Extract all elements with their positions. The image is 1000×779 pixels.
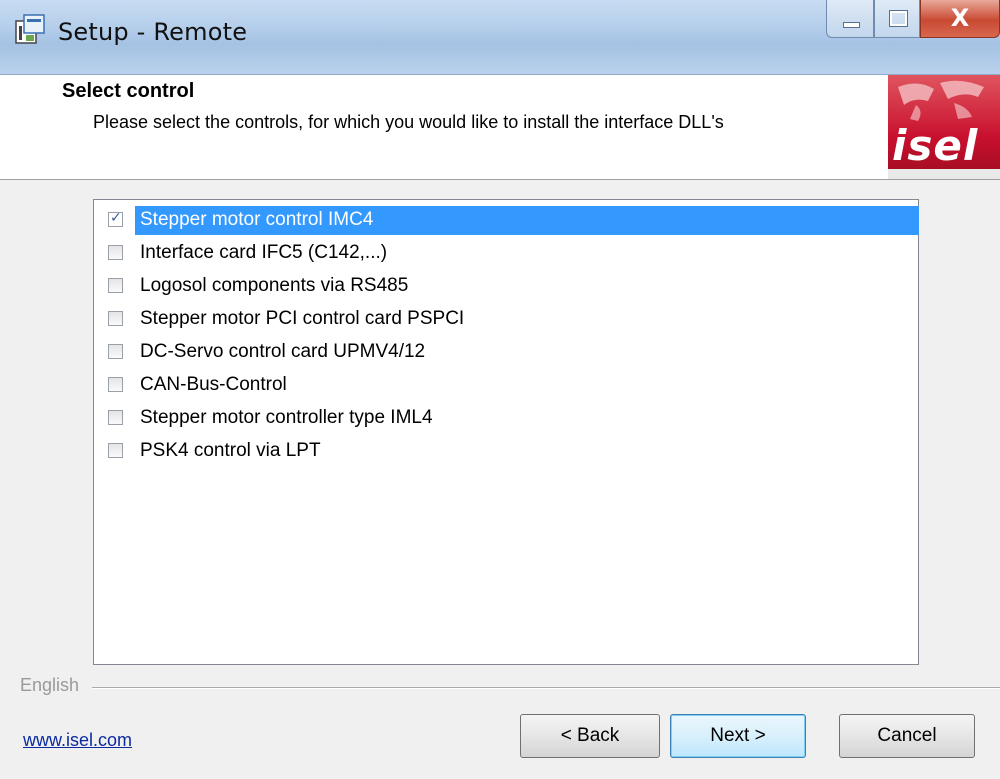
list-item-label: Stepper motor PCI control card PSPCI bbox=[140, 308, 465, 329]
list-item-label: PSK4 control via LPT bbox=[140, 440, 321, 461]
list-item[interactable]: DC-Servo control card UPMV4/12 bbox=[103, 338, 917, 367]
list-item[interactable]: Stepper motor control IMC4 bbox=[103, 206, 919, 235]
language-label: English bbox=[20, 675, 86, 696]
isel-logo: isel bbox=[888, 75, 1000, 179]
list-item-label: Stepper motor controller type IML4 bbox=[140, 407, 433, 428]
list-item-label: Stepper motor control IMC4 bbox=[140, 209, 374, 230]
checkbox[interactable] bbox=[108, 278, 123, 293]
checkbox[interactable] bbox=[108, 210, 123, 227]
checkbox[interactable] bbox=[108, 344, 123, 359]
cancel-button[interactable]: Cancel bbox=[839, 714, 975, 758]
logo-text: isel bbox=[892, 121, 979, 170]
list-item[interactable]: Stepper motor controller type IML4 bbox=[103, 404, 917, 433]
maximize-button[interactable] bbox=[874, 0, 920, 38]
checkbox[interactable] bbox=[108, 245, 123, 260]
website-link[interactable]: www.isel.com bbox=[23, 730, 132, 751]
close-button[interactable]: X bbox=[920, 0, 1000, 38]
list-item[interactable]: Interface card IFC5 (C142,...) bbox=[103, 239, 917, 268]
checkbox[interactable] bbox=[108, 311, 123, 326]
title-bar: Setup - Remote X bbox=[0, 0, 1000, 75]
next-button[interactable]: Next > bbox=[670, 714, 806, 758]
list-item-label: Interface card IFC5 (C142,...) bbox=[140, 242, 388, 263]
checkbox[interactable] bbox=[108, 443, 123, 458]
language-divider bbox=[92, 687, 1000, 689]
list-item-label: Logosol components via RS485 bbox=[140, 275, 409, 296]
close-icon: X bbox=[950, 4, 970, 32]
list-item[interactable]: Stepper motor PCI control card PSPCI bbox=[103, 305, 917, 334]
list-item[interactable]: CAN-Bus-Control bbox=[103, 371, 917, 400]
checkbox[interactable] bbox=[108, 410, 123, 425]
back-button[interactable]: < Back bbox=[520, 714, 660, 758]
minimize-button[interactable] bbox=[826, 0, 874, 38]
list-item[interactable]: Logosol components via RS485 bbox=[103, 272, 917, 301]
page-title: Select control bbox=[62, 80, 195, 102]
controls-checklist[interactable]: Stepper motor control IMC4 Interface car… bbox=[93, 199, 919, 665]
list-item-label: DC-Servo control card UPMV4/12 bbox=[140, 341, 426, 362]
list-item-label: CAN-Bus-Control bbox=[140, 374, 287, 395]
window-title: Setup - Remote bbox=[58, 18, 248, 46]
list-item[interactable]: PSK4 control via LPT bbox=[103, 437, 917, 466]
setup-app-icon bbox=[15, 14, 45, 44]
wizard-header: Select control Please select the control… bbox=[0, 75, 1000, 180]
page-subtitle: Please select the controls, for which yo… bbox=[93, 112, 724, 132]
checkbox[interactable] bbox=[108, 377, 123, 392]
